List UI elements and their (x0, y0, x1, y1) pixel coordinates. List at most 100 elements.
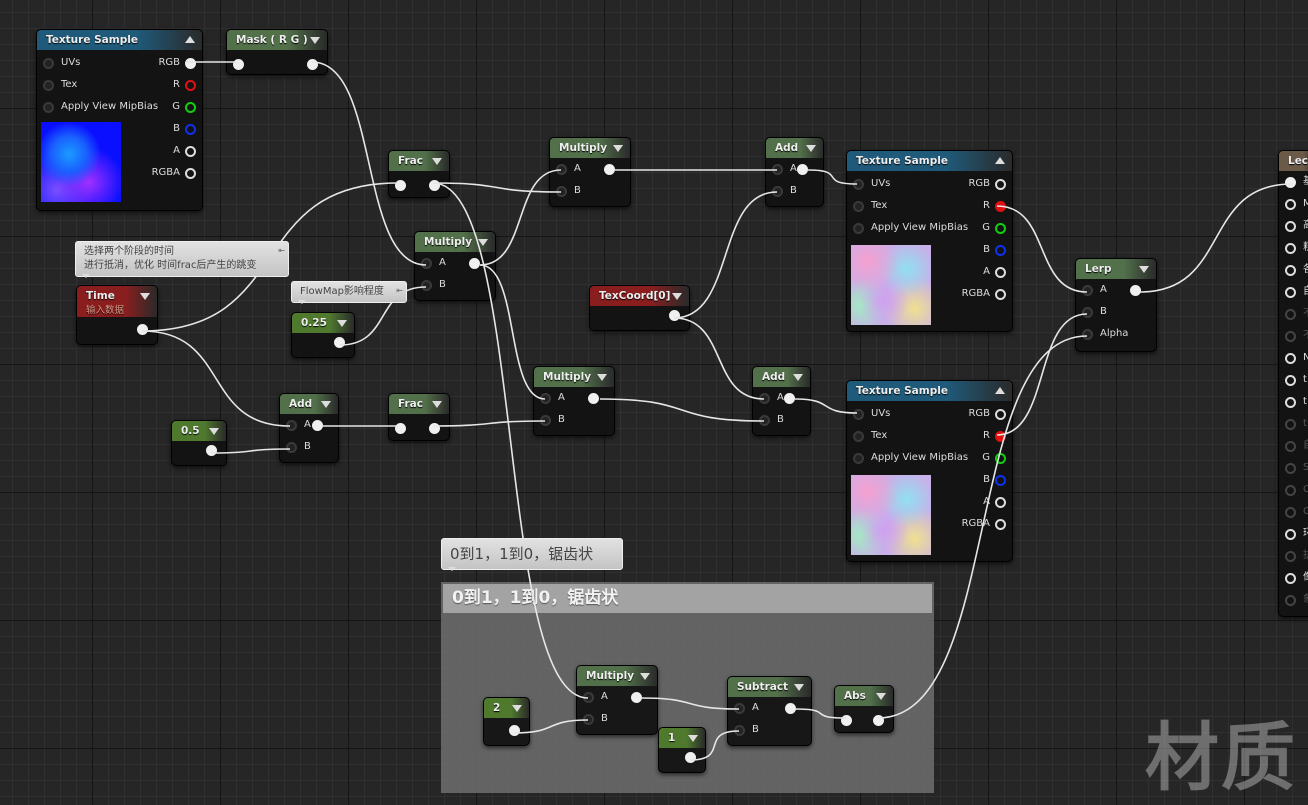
input-row[interactable]: 象 (1285, 593, 1308, 607)
output-pin[interactable] (185, 124, 196, 135)
output-row[interactable]: G (946, 221, 1006, 235)
input-pin[interactable] (556, 186, 567, 197)
input-pin[interactable] (759, 415, 770, 426)
input-pin[interactable] (1285, 551, 1296, 562)
node-ts3[interactable]: Texture Sample UVs Tex Apply View MipBias RG… (846, 380, 1013, 562)
output-pin[interactable] (873, 715, 884, 726)
input-pin[interactable] (556, 164, 567, 175)
input-pin[interactable] (233, 59, 244, 70)
input-pin[interactable] (395, 180, 406, 191)
dropdown-arrow-icon[interactable] (793, 374, 803, 381)
input-pin[interactable] (1285, 419, 1296, 430)
input-row[interactable]: C (1285, 483, 1308, 497)
input-pin[interactable] (841, 715, 852, 726)
dropdown-arrow-icon[interactable] (512, 705, 522, 712)
node-add3[interactable]: Add A B (752, 366, 811, 436)
output-row[interactable]: B (946, 243, 1006, 257)
input-row[interactable]: A (734, 701, 807, 715)
input-pin[interactable] (1285, 397, 1296, 408)
pin-comment-icon[interactable]: ⇤ (278, 244, 285, 258)
input-pin[interactable] (583, 692, 594, 703)
input-pin[interactable] (772, 164, 783, 175)
input-pin[interactable] (1082, 285, 1093, 296)
input-pin[interactable] (853, 179, 864, 190)
dropdown-arrow-icon[interactable] (876, 693, 886, 700)
output-pin[interactable] (784, 393, 795, 404)
input-row[interactable]: A (1082, 283, 1152, 297)
node-header[interactable]: Lec2 (1279, 151, 1308, 171)
dropdown-arrow-icon[interactable] (597, 374, 607, 381)
output-pin[interactable] (995, 475, 1006, 486)
wire[interactable] (141, 330, 291, 427)
input-row[interactable]: A (556, 162, 626, 176)
output-pin[interactable] (995, 519, 1006, 530)
output-row[interactable]: R (946, 429, 1006, 443)
dropdown-arrow-icon[interactable] (1139, 266, 1149, 273)
comment-bubble-flowmap[interactable]: FlowMap影响程度 ⇤ (291, 281, 407, 304)
input-row[interactable]: 基 (1285, 175, 1308, 189)
input-pin[interactable] (1285, 199, 1296, 210)
node-abs[interactable]: Abs (834, 685, 894, 733)
dropdown-arrow-icon[interactable] (478, 239, 488, 246)
node-frac2[interactable]: Frac (388, 393, 450, 441)
output-pin[interactable] (185, 102, 196, 113)
input-row[interactable]: A (286, 418, 334, 432)
output-row[interactable]: RGBA (946, 517, 1006, 531)
input-pin[interactable] (1285, 529, 1296, 540)
dropdown-arrow-icon[interactable] (794, 684, 804, 691)
dropdown-arrow-icon[interactable] (432, 401, 442, 408)
node-mul1[interactable]: Multiply A B (414, 231, 496, 301)
collapse-icon[interactable] (995, 387, 1005, 394)
input-pin[interactable] (759, 393, 770, 404)
output-pin[interactable] (995, 267, 1006, 278)
output-pin[interactable] (429, 180, 440, 191)
input-row[interactable]: 不 (1285, 329, 1308, 343)
node-header[interactable]: Multiply (577, 666, 657, 686)
collapse-icon[interactable] (995, 157, 1005, 164)
input-pin[interactable] (772, 186, 783, 197)
wire[interactable] (1139, 183, 1293, 293)
input-pin[interactable] (1285, 353, 1296, 364)
input-pin[interactable] (1285, 441, 1296, 452)
output-row[interactable]: A (136, 144, 196, 158)
dropdown-arrow-icon[interactable] (640, 673, 650, 680)
output-pin[interactable] (137, 324, 148, 335)
node-header[interactable]: Frac (389, 151, 449, 171)
comment-bubble-time[interactable]: 选择两个阶段的时间 进行抵消，优化 时间frac后产生的跳变 ⇤ (75, 241, 289, 278)
input-pin[interactable] (853, 431, 864, 442)
node-header[interactable]: Texture Sample (37, 30, 202, 50)
dropdown-arrow-icon[interactable] (140, 293, 150, 300)
output-pin[interactable] (307, 59, 318, 70)
input-row[interactable]: M (1285, 197, 1308, 211)
dropdown-arrow-icon[interactable] (432, 158, 442, 165)
node-ts1[interactable]: Texture Sample UVs Tex Apply View MipBias RG… (36, 29, 203, 211)
input-pin[interactable] (1285, 463, 1296, 474)
node-header[interactable]: Mask ( R G ) (227, 30, 327, 50)
input-pin[interactable] (1285, 375, 1296, 386)
input-pin[interactable] (1285, 243, 1296, 254)
output-row[interactable]: RGB (136, 56, 196, 70)
input-pin[interactable] (286, 442, 297, 453)
input-pin[interactable] (1285, 507, 1296, 518)
node-header[interactable]: Lerp (1076, 259, 1156, 279)
output-pin[interactable] (185, 146, 196, 157)
input-row[interactable]: N (1285, 351, 1308, 365)
input-pin[interactable] (853, 223, 864, 234)
node-header[interactable]: TexCoord[0] (590, 286, 689, 306)
node-header[interactable]: Add (766, 138, 823, 158)
node-ts2[interactable]: Texture Sample UVs Tex Apply View MipBias RG… (846, 150, 1013, 332)
node-header[interactable]: Frac (389, 394, 449, 414)
input-row[interactable]: Alpha (1082, 327, 1152, 341)
input-pin[interactable] (1285, 221, 1296, 232)
node-header[interactable]: Add (753, 367, 810, 387)
input-pin[interactable] (1285, 573, 1296, 584)
input-row[interactable]: 自 (1285, 285, 1308, 299)
node-mul2[interactable]: Multiply A B (549, 137, 631, 207)
node-header[interactable]: Add (280, 394, 338, 414)
node-time[interactable]: Time 输入数据 (76, 285, 158, 345)
input-row[interactable]: A (759, 391, 806, 405)
input-pin[interactable] (1285, 595, 1296, 606)
node-header[interactable]: 1 (659, 728, 705, 748)
input-row[interactable]: B (556, 184, 626, 198)
output-row[interactable]: G (946, 451, 1006, 465)
